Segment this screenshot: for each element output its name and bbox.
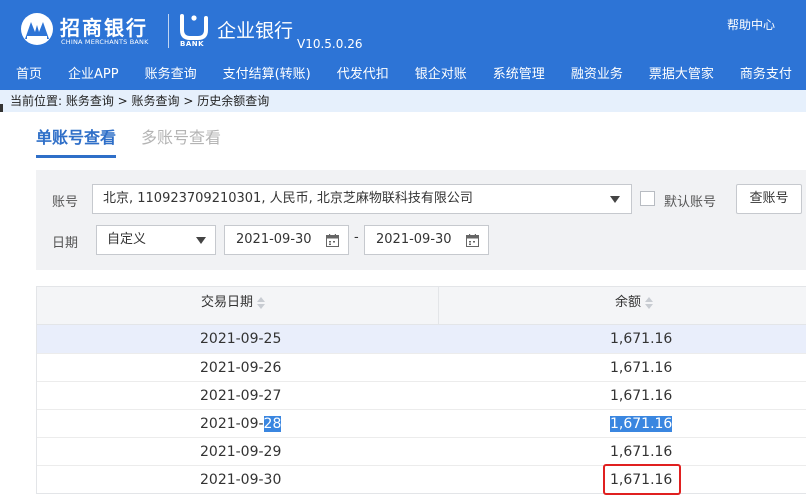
table-row[interactable]: 2021-09-25 1,671.16 — [37, 325, 806, 353]
bank-name: 招商银行 — [60, 16, 148, 40]
row-date: 2021-09-25 — [200, 331, 282, 347]
breadcrumb: 当前位置: 账务查询 > 账务查询 > 历史余额查询 — [0, 90, 806, 112]
account-label: 账号 — [52, 195, 79, 210]
sort-icon[interactable] — [257, 296, 266, 309]
date-type-select[interactable]: 自定义 — [96, 225, 216, 255]
table-row[interactable]: 2021-09-29 1,671.16 — [37, 437, 806, 465]
row-date: 2021-09-27 — [200, 388, 282, 404]
date-type-value: 自定义 — [107, 232, 147, 247]
default-account-checkbox[interactable] — [640, 191, 655, 206]
default-account-label: 默认账号 — [664, 195, 717, 210]
help-center-link[interactable]: 帮助中心 — [727, 16, 775, 33]
table-row[interactable]: 2021-09-26 1,671.16 — [37, 353, 806, 381]
nav-item-account-query[interactable]: 账务查询 — [119, 60, 197, 90]
row-balance: 1,671.16 — [610, 331, 673, 347]
version-label: V10.5.0.26 — [297, 37, 363, 51]
filter-panel: 账号 北京, 110923709210301, 人民币, 北京芝麻物联科技有限公… — [36, 170, 806, 270]
start-date-input[interactable]: 2021-09-30 — [224, 225, 349, 255]
row-balance: 1,671.16 — [610, 388, 673, 404]
calendar-icon[interactable] — [326, 234, 339, 247]
nav-item-payment[interactable]: 支付结算(转账) — [197, 60, 311, 90]
tab-multi-account[interactable]: 多账号查看 — [141, 124, 221, 158]
column-header-date-label: 交易日期 — [201, 295, 254, 310]
nav-item-financing[interactable]: 融资业务 — [545, 60, 623, 90]
tab-single-account[interactable]: 单账号查看 — [36, 124, 117, 158]
ibank-label: BANK — [180, 40, 205, 48]
start-date-value: 2021-09-30 — [236, 232, 312, 247]
nav-item-bills[interactable]: 票据大管家 — [623, 60, 714, 90]
row-date: 2021-09-28 — [200, 416, 282, 432]
nav-item-payroll[interactable]: 代发代扣 — [311, 60, 389, 90]
calendar-icon[interactable] — [466, 234, 479, 247]
column-divider — [438, 287, 439, 325]
account-select-value: 北京, 110923709210301, 人民币, 北京芝麻物联科技有限公司 — [103, 191, 473, 206]
row-date: 2021-09-30 — [200, 472, 282, 488]
column-header-balance-label: 余额 — [615, 295, 642, 310]
column-header-date[interactable]: 交易日期 — [201, 287, 266, 319]
main-nav: 首页 企业APP 账务查询 支付结算(转账) 代发代扣 银企对账 系统管理 融资… — [0, 60, 806, 90]
date-label: 日期 — [52, 236, 79, 251]
table-row[interactable]: 2021-09-27 1,671.16 — [37, 381, 806, 409]
nav-item-reconciliation[interactable]: 银企对账 — [389, 60, 467, 90]
dropdown-caret-icon — [196, 237, 206, 244]
app-header: 招商银行 CHINA MERCHANTS BANK BANK 企业银行 V10.… — [0, 0, 806, 60]
end-date-value: 2021-09-30 — [376, 232, 452, 247]
table-row[interactable]: 2021-09-28 1,671.16 — [37, 409, 806, 437]
left-edge-marker — [0, 104, 3, 112]
nav-item-app[interactable]: 企业APP — [42, 60, 119, 90]
highlight-annotation-box — [603, 464, 681, 495]
column-header-balance[interactable]: 余额 — [615, 287, 654, 319]
row-balance: 1,671.16 — [610, 360, 673, 376]
nav-item-business-pay[interactable]: 商务支付 — [714, 60, 792, 90]
header-divider — [168, 14, 169, 48]
app-title: 企业银行 — [217, 20, 294, 42]
table-header: 交易日期 余额 — [37, 287, 806, 325]
table-row[interactable]: 2021-09-30 1,671.16 — [37, 464, 806, 495]
dropdown-caret-icon — [610, 196, 620, 203]
bank-name-en: CHINA MERCHANTS BANK — [61, 38, 149, 46]
date-range-separator: - — [354, 230, 359, 245]
row-date: 2021-09-26 — [200, 360, 282, 376]
end-date-input[interactable]: 2021-09-30 — [364, 225, 489, 255]
query-account-button[interactable]: 查账号 — [736, 184, 802, 214]
view-tabs: 单账号查看 多账号查看 — [36, 124, 246, 158]
cmb-logo-icon — [21, 13, 53, 45]
row-balance: 1,671.16 — [610, 416, 673, 432]
nav-item-system[interactable]: 系统管理 — [467, 60, 545, 90]
sort-icon[interactable] — [645, 296, 654, 309]
row-date: 2021-09-29 — [200, 444, 282, 460]
balance-history-table: 交易日期 余额 2021-09-25 1,671.16 2021-09-26 1… — [36, 286, 806, 495]
nav-item-home[interactable]: 首页 — [0, 60, 42, 90]
account-select[interactable]: 北京, 110923709210301, 人民币, 北京芝麻物联科技有限公司 — [92, 184, 632, 214]
row-balance: 1,671.16 — [610, 444, 673, 460]
